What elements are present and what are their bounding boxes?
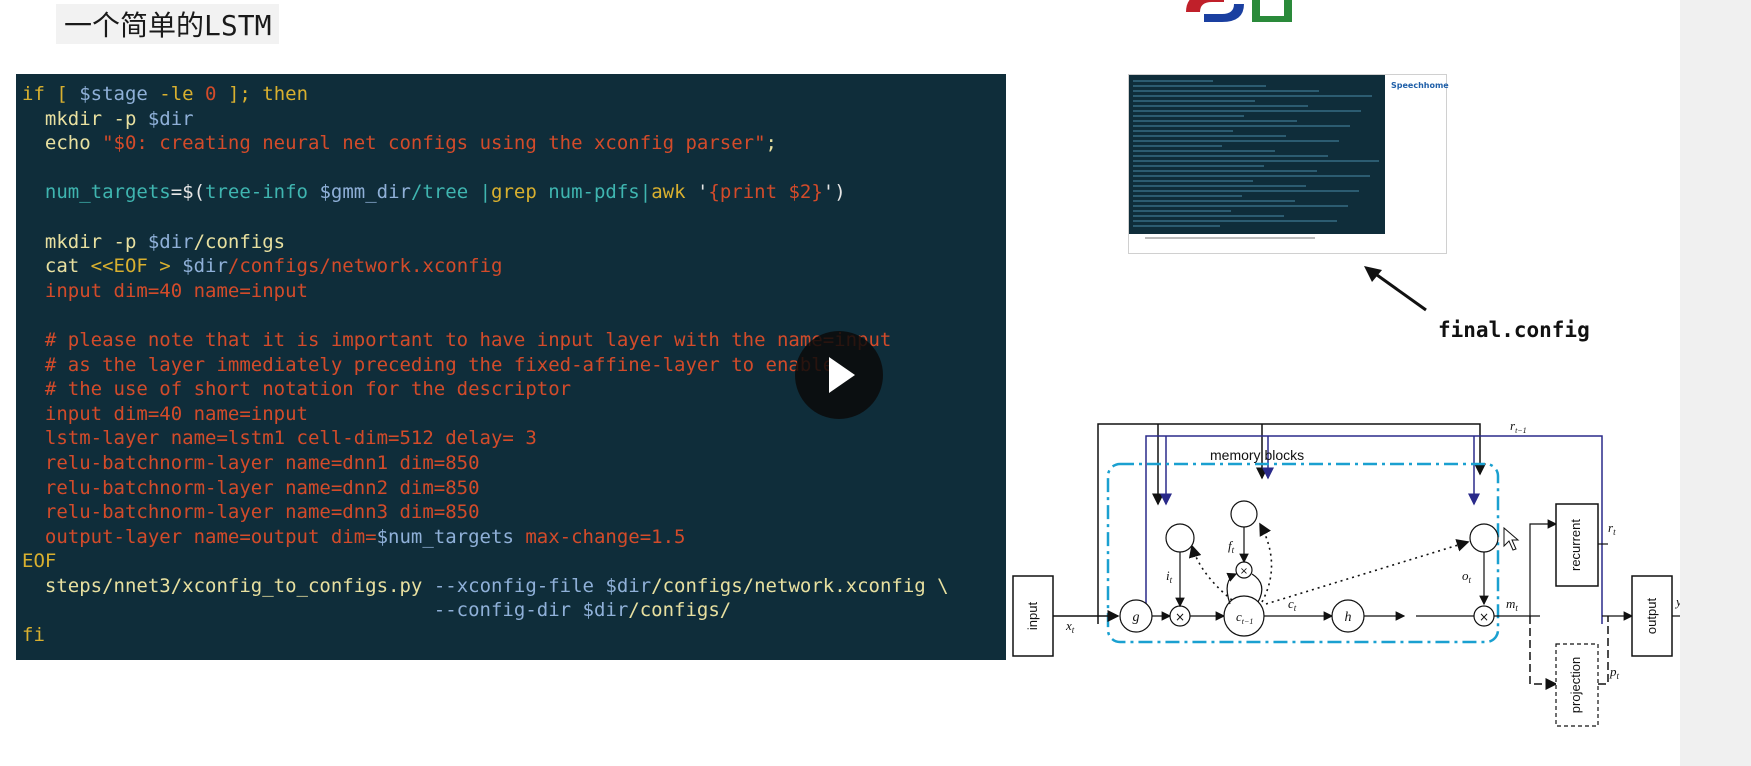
rt-label: rt (1608, 520, 1616, 537)
code-line: mkdir -p $dir (22, 107, 194, 130)
code-line: relu-batchnorm-layer name=dnn3 dim=850 (22, 501, 480, 524)
code-line: steps/nnet3/xconfig_to_configs.py --xcon… (22, 574, 949, 597)
code-line: EOF (22, 550, 57, 573)
multiply-node-forget: × (1240, 566, 1248, 577)
code-line: num_targets=$(tree-info $gmm_dir/tree |g… (22, 181, 846, 204)
thumbnail-brand: Speechhome (1391, 81, 1449, 90)
play-button[interactable] (795, 331, 883, 419)
multiply-node-1: × (1175, 610, 1185, 624)
lecture-slide: 一个简单的LSTM if [ $stage -le 0 ]; then mkdi… (0, 0, 1700, 766)
code-line: relu-batchnorm-layer name=dnn2 dim=850 (22, 476, 480, 499)
rt1-label: rt−1 (1510, 418, 1527, 435)
arrow-icon (1364, 266, 1427, 312)
code-line: input dim=40 name=input (22, 279, 308, 302)
mouse-cursor-icon (1503, 526, 1520, 551)
thumbnail-caption (1145, 235, 1315, 243)
config-screenshot-thumbnail: Speechhome (1128, 74, 1449, 254)
code-line: relu-batchnorm-layer name=dnn1 dim=850 (22, 451, 480, 474)
code-line: fi (22, 624, 45, 647)
page-margin (1680, 0, 1751, 766)
code-line: if [ $stage -le 0 ]; then (22, 83, 309, 105)
pt-label: pt (1609, 664, 1620, 681)
play-icon (829, 357, 855, 393)
code-line: lstm-layer name=lstm1 cell-dim=512 delay… (22, 427, 537, 450)
g-node-label: g (1133, 610, 1140, 625)
code-line: echo "$0: creating neural net configs us… (22, 132, 777, 155)
slide-title: 一个简单的LSTM (56, 4, 280, 44)
mt-label: mt (1506, 596, 1518, 613)
code-line: mkdir -p $dir/configs (22, 230, 286, 253)
multiply-node-2: × (1479, 610, 1489, 624)
output-box-label: output (1644, 598, 1659, 635)
input-box-label: input (1025, 602, 1040, 631)
code-line: --config-dir $dir/configs/ (22, 599, 732, 622)
code-line: output-layer name=output dim=$num_target… (22, 525, 686, 548)
recurrent-box-label: recurrent (1568, 519, 1583, 571)
ot-label: ot (1462, 568, 1472, 585)
it-label: it (1166, 568, 1173, 585)
ft-label: ft (1228, 538, 1235, 555)
final-config-label: final.config (1438, 318, 1590, 342)
xt-label: xt (1065, 618, 1075, 635)
terminal-thumbnail-image (1129, 75, 1385, 234)
memory-blocks-label: memory blocks (1210, 447, 1304, 463)
h-node-label: h (1345, 610, 1352, 625)
code-line: cat <<EOF > $dir/configs/network.xconfig (22, 255, 503, 278)
ct-label: ct (1288, 596, 1297, 613)
projection-box-label: projection (1568, 657, 1583, 713)
logo-icon (1186, 0, 1292, 22)
lstm-diagram: memory blocks input xt g × it ct−1 ct ft… (1012, 418, 1700, 727)
